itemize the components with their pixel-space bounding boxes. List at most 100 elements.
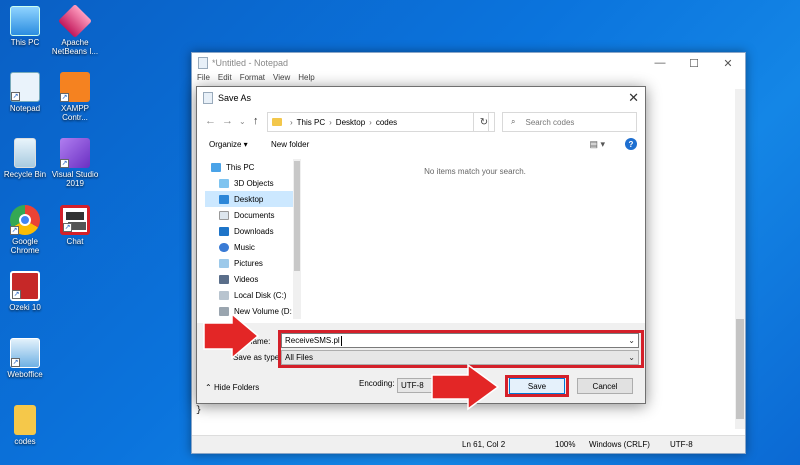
desktop-icon-netbeans[interactable]: Apache NetBeans I... [50, 4, 100, 56]
desktop-icon-codes[interactable]: codes [0, 405, 50, 446]
chevron-up-icon: ⌃ [205, 383, 214, 392]
icon-label: Apache NetBeans I... [51, 38, 99, 56]
search-placeholder: Search codes [525, 117, 575, 127]
menu-help[interactable]: Help [298, 73, 314, 87]
desktop-icon-chat[interactable]: ↗ Chat [50, 205, 100, 246]
folder-icon [272, 118, 282, 126]
chat-icon: ↗ [60, 205, 90, 235]
icon-label: Google Chrome [10, 237, 40, 255]
nav-item-3d-objects[interactable]: 3D Objects [205, 175, 300, 191]
highlight-box-save [505, 375, 569, 397]
nav-item-pictures[interactable]: Pictures [205, 255, 300, 271]
address-row: ← → ⌄ ↑ › This PC › Desktop › codes ↻ ⌕ … [197, 111, 645, 133]
desktop-icon-visual-studio[interactable]: ↗ Visual Studio 2019 [50, 138, 100, 188]
encoding-label: Encoding: [359, 379, 395, 388]
folder-icon [14, 405, 36, 435]
notepad-statusbar: Ln 61, Col 2 100% Windows (CRLF) UTF-8 [192, 435, 745, 453]
recycle-bin-icon [14, 138, 36, 168]
document-icon [219, 210, 229, 220]
search-input[interactable]: ⌕ Search codes [502, 112, 637, 132]
close-icon[interactable]: ✕ [628, 90, 639, 106]
up-arrow-icon[interactable]: ↑ [253, 115, 259, 127]
desktop-icon-xampp[interactable]: ↗ XAMPP Contr... [50, 72, 100, 122]
dialog-title: Save As [218, 93, 252, 103]
nav-item-documents[interactable]: Documents [205, 207, 300, 223]
desktop-icon-ozeki[interactable]: ↗ Ozeki 10 [0, 271, 50, 312]
video-icon [219, 274, 229, 284]
notepad-scrollbar[interactable] [735, 89, 745, 429]
netbeans-icon [58, 4, 92, 38]
refresh-icon: ↻ [479, 116, 489, 128]
menu-file[interactable]: File [197, 73, 210, 87]
desktop-icon-recycle-bin[interactable]: Recycle Bin [0, 138, 50, 179]
status-zoom: 100% [555, 440, 576, 449]
minimize-icon[interactable]: — [643, 53, 677, 73]
scroll-thumb[interactable] [736, 319, 744, 419]
chevron-down-icon[interactable]: ⌄ [239, 117, 246, 126]
icon-label: codes [14, 437, 36, 446]
encoding-value: UTF-8 [401, 381, 424, 390]
icon-label: Visual Studio 2019 [51, 170, 99, 188]
dialog-titlebar[interactable]: Save As [197, 87, 645, 109]
desktop-icon-chrome[interactable]: ↗ Google Chrome [0, 205, 50, 255]
weboffice-icon: ↗ [10, 338, 40, 368]
desktop-icon-this-pc[interactable]: This PC [0, 6, 50, 47]
status-line-ending: Windows (CRLF) [589, 440, 650, 449]
nav-item-music[interactable]: Music [205, 239, 300, 255]
notepad-text[interactable]: } [196, 405, 201, 415]
menu-format[interactable]: Format [240, 73, 265, 87]
forward-arrow-icon[interactable]: → [222, 115, 233, 127]
icon-label: Weboffice [7, 370, 43, 379]
organize-button[interactable]: Organize ▾ [209, 140, 248, 149]
status-encoding: UTF-8 [670, 440, 693, 449]
refresh-button[interactable]: ↻ [473, 112, 495, 132]
encoding-select[interactable]: UTF-8 ⌄ [397, 378, 479, 393]
breadcrumb-desktop[interactable]: Desktop [336, 118, 365, 127]
xampp-icon: ↗ [60, 72, 90, 102]
highlight-box-filename [278, 330, 644, 368]
help-icon[interactable]: ? [625, 138, 637, 150]
notepad-title: *Untitled - Notepad [212, 58, 289, 68]
menu-edit[interactable]: Edit [218, 73, 232, 87]
nav-scrollbar[interactable] [293, 159, 301, 319]
nav-item-downloads[interactable]: Downloads [205, 223, 300, 239]
notepad-icon [203, 92, 213, 104]
nav-item-desktop[interactable]: Desktop [205, 191, 300, 207]
file-name-label: File name: [233, 337, 271, 346]
view-options-icon[interactable]: ▤ ▾ [589, 139, 605, 150]
chrome-icon: ↗ [10, 205, 40, 235]
desktop-icon [219, 194, 229, 204]
desktop-icon-weboffice[interactable]: ↗ Weboffice [0, 338, 50, 379]
icon-label: Recycle Bin [3, 170, 47, 179]
notepad-icon: ↗ [10, 72, 40, 102]
close-icon[interactable]: ✕ [711, 53, 745, 73]
status-position: Ln 61, Col 2 [462, 440, 506, 449]
nav-item-this-pc[interactable]: This PC [205, 159, 300, 175]
maximize-icon[interactable]: ☐ [677, 53, 711, 73]
nav-item-videos[interactable]: Videos [205, 271, 300, 287]
scroll-thumb[interactable] [294, 161, 300, 271]
icon-label: Notepad [9, 104, 41, 113]
notepad-menubar: File Edit Format View Help [192, 73, 745, 87]
visual-studio-icon: ↗ [60, 138, 90, 168]
cancel-button[interactable]: Cancel [577, 378, 633, 394]
new-folder-button[interactable]: New folder [271, 140, 309, 149]
nav-item-local-disk[interactable]: Local Disk (C:) [205, 287, 300, 303]
menu-view[interactable]: View [273, 73, 290, 87]
back-arrow-icon[interactable]: ← [205, 115, 216, 127]
address-bar[interactable]: › This PC › Desktop › codes [267, 112, 489, 132]
dialog-toolbar: Organize ▾ New folder ▤ ▾ ? [197, 137, 645, 155]
breadcrumb-codes[interactable]: codes [376, 118, 397, 127]
notepad-icon [198, 57, 208, 69]
nav-item-new-volume[interactable]: New Volume (D: [205, 303, 300, 319]
music-icon [219, 242, 229, 252]
icon-label: Chat [66, 237, 84, 246]
drive-icon [219, 290, 229, 300]
cube-icon [219, 178, 229, 188]
breadcrumb-this-pc[interactable]: This PC [297, 118, 325, 127]
ozeki-icon: ↗ [10, 271, 40, 301]
desktop-icon-notepad[interactable]: ↗ Notepad [0, 72, 50, 113]
hide-folders-button[interactable]: ⌃ Hide Folders [205, 383, 259, 392]
icon-label: XAMPP Contr... [60, 104, 89, 122]
navigation-pane: This PC 3D Objects Desktop Documents Dow… [205, 159, 301, 319]
